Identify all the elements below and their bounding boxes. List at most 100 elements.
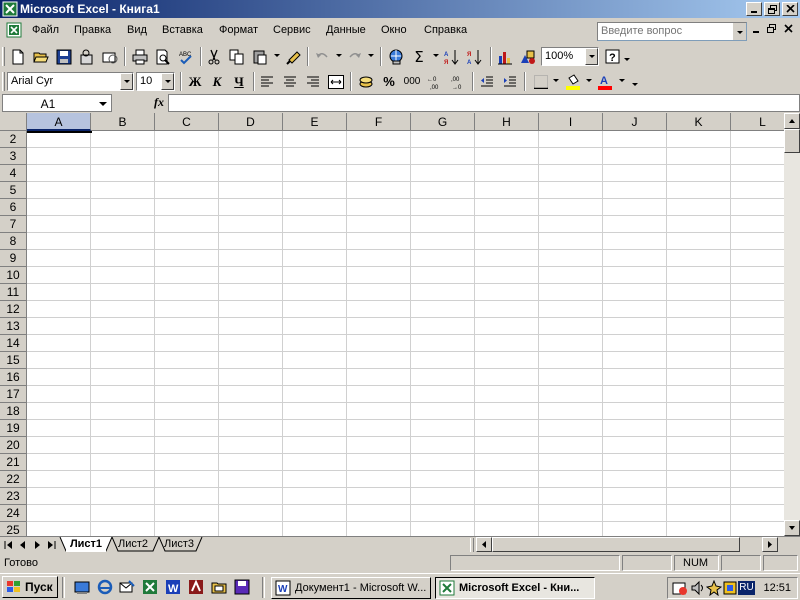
thousands-button[interactable]: 000: [401, 71, 423, 92]
menu-tools[interactable]: Сервис: [273, 24, 311, 36]
row-header[interactable]: 13: [0, 318, 27, 335]
scroll-down-button[interactable]: [784, 520, 800, 536]
sheet-tab-1[interactable]: Лист1: [66, 537, 106, 552]
row-header[interactable]: 14: [0, 335, 27, 352]
decrease-decimal-button[interactable]: ,00 →0: [447, 71, 469, 92]
undo-button[interactable]: [311, 46, 333, 67]
fill-color-button[interactable]: [562, 71, 584, 92]
column-header[interactable]: I: [539, 113, 603, 131]
row-header[interactable]: 15: [0, 352, 27, 369]
font-size-dropdown-button[interactable]: [161, 73, 174, 90]
align-center-button[interactable]: [279, 71, 301, 92]
workbook-icon[interactable]: [6, 22, 22, 38]
menu-insert[interactable]: Вставка: [162, 24, 203, 36]
prev-sheet-icon[interactable]: [16, 539, 30, 551]
row-header[interactable]: 16: [0, 369, 27, 386]
align-right-button[interactable]: [302, 71, 324, 92]
task-word-document[interactable]: W Документ1 - Microsoft W...: [271, 577, 431, 599]
outlook-express-icon[interactable]: [119, 579, 135, 595]
toolbar-options-dropdown-2[interactable]: [632, 83, 638, 86]
row-header[interactable]: 21: [0, 454, 27, 471]
zoom-select[interactable]: 100%: [541, 47, 599, 66]
row-header[interactable]: 12: [0, 301, 27, 318]
folder-launcher-icon[interactable]: [211, 579, 227, 595]
font-size-select[interactable]: 10: [136, 72, 175, 91]
print-button[interactable]: [129, 46, 151, 67]
column-header[interactable]: B: [91, 113, 155, 131]
column-header[interactable]: E: [283, 113, 347, 131]
row-header[interactable]: 3: [0, 148, 27, 165]
increase-decimal-button[interactable]: ←0,00: [424, 71, 446, 92]
spelling-button[interactable]: ABC: [175, 46, 197, 67]
row-header[interactable]: 2: [0, 131, 27, 148]
percent-button[interactable]: %: [378, 71, 400, 92]
ask-question-input[interactable]: [598, 23, 728, 39]
close-button[interactable]: [782, 2, 798, 16]
scrollbar-thumb[interactable]: [784, 129, 800, 153]
fill-color-dropdown[interactable]: [586, 79, 592, 82]
merge-center-button[interactable]: [325, 71, 347, 92]
scheduler-icon[interactable]: [672, 580, 688, 596]
scroll-up-button[interactable]: [784, 113, 800, 129]
task-excel-workbook[interactable]: Microsoft Excel - Кни...: [435, 577, 595, 599]
menu-edit[interactable]: Правка: [74, 24, 111, 36]
row-header[interactable]: 11: [0, 284, 27, 301]
redo-button[interactable]: [344, 46, 366, 67]
toolbar-grip[interactable]: [2, 72, 5, 91]
tab-split-handle[interactable]: [470, 538, 474, 552]
row-header[interactable]: 18: [0, 403, 27, 420]
column-header[interactable]: L: [731, 113, 784, 131]
toolbar-grip[interactable]: [2, 47, 5, 66]
active-cell-cursor[interactable]: [27, 131, 92, 133]
column-header[interactable]: A: [27, 113, 91, 131]
ask-question-dropdown[interactable]: [732, 23, 746, 40]
name-box[interactable]: A1: [2, 94, 112, 112]
hyperlink-button[interactable]: [385, 46, 407, 67]
menu-format[interactable]: Формат: [219, 24, 258, 36]
row-header[interactable]: 9: [0, 250, 27, 267]
internet-explorer-icon[interactable]: [97, 579, 113, 595]
column-header[interactable]: C: [155, 113, 219, 131]
show-desktop-icon[interactable]: [74, 579, 90, 595]
copy-button[interactable]: [226, 46, 248, 67]
ask-question-box[interactable]: [597, 22, 747, 41]
word-launcher-icon[interactable]: W: [165, 579, 181, 595]
minimize-button[interactable]: [746, 2, 762, 16]
font-select[interactable]: Arial Cyr: [7, 72, 134, 91]
cut-button[interactable]: [203, 46, 225, 67]
drawing-button[interactable]: [517, 46, 539, 67]
bold-button[interactable]: Ж: [184, 71, 206, 92]
first-sheet-icon[interactable]: [2, 539, 16, 551]
sort-ascending-button[interactable]: АЯ: [441, 46, 463, 67]
help-button[interactable]: ?: [602, 46, 624, 67]
save-button[interactable]: [53, 46, 75, 67]
print-preview-button[interactable]: [152, 46, 174, 67]
zoom-dropdown-button[interactable]: [585, 48, 598, 65]
worksheet-grid[interactable]: ABCDEFGHIJKL 2 3 4 5 6 7 8 9 10 11 12 13 14 15 16 17 18 1…: [0, 113, 784, 536]
row-header[interactable]: 22: [0, 471, 27, 488]
sort-descending-button[interactable]: ЯА: [464, 46, 486, 67]
column-header[interactable]: H: [475, 113, 539, 131]
clock[interactable]: 12:51: [763, 582, 791, 594]
doc-close-icon[interactable]: [784, 24, 794, 34]
increase-indent-button[interactable]: [499, 71, 521, 92]
column-header[interactable]: J: [603, 113, 667, 131]
scroll-right-button[interactable]: [762, 537, 778, 552]
row-header[interactable]: 25: [0, 522, 27, 536]
excel-launcher-icon[interactable]: [142, 579, 158, 595]
row-header[interactable]: 20: [0, 437, 27, 454]
borders-button[interactable]: [530, 71, 552, 92]
menu-help[interactable]: Справка: [424, 24, 467, 36]
formula-input[interactable]: [168, 94, 800, 112]
currency-button[interactable]: [355, 71, 377, 92]
underline-button[interactable]: Ч: [228, 71, 250, 92]
disk-launcher-icon[interactable]: [234, 579, 250, 595]
menu-file[interactable]: Файл: [32, 24, 59, 36]
column-header[interactable]: G: [411, 113, 475, 131]
restore-button[interactable]: [764, 2, 780, 16]
language-indicator[interactable]: RU: [738, 581, 755, 595]
font-color-button[interactable]: A: [594, 71, 616, 92]
security-icon[interactable]: [722, 580, 738, 596]
last-sheet-icon[interactable]: [44, 539, 58, 551]
scroll-left-button[interactable]: [476, 537, 492, 552]
